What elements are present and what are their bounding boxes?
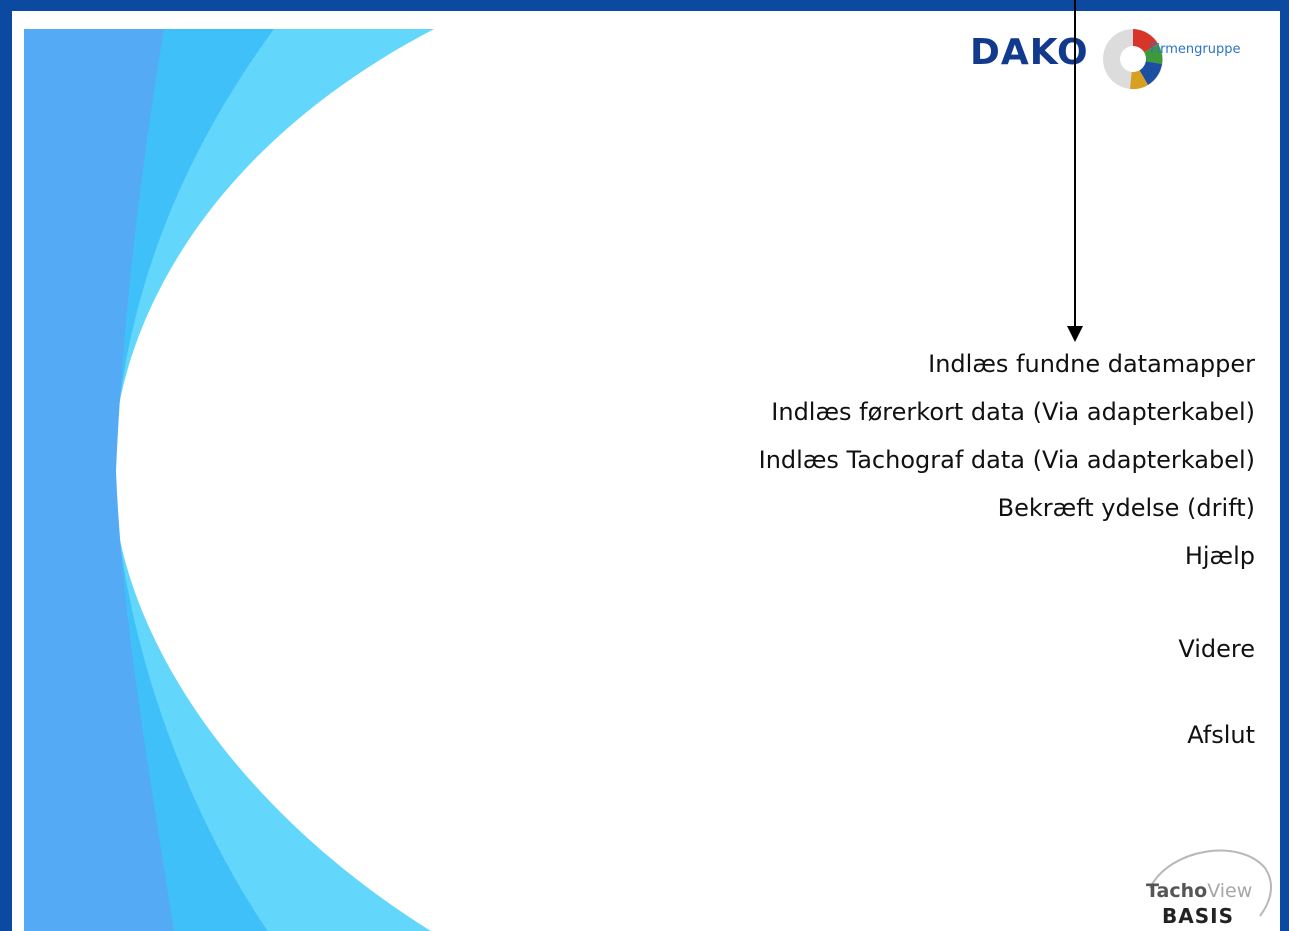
tachoview-logo-part1: Tacho (1146, 880, 1208, 902)
blue-swoosh-decoration (24, 29, 434, 931)
tachoview-logo-text: TachoView (1146, 880, 1252, 902)
menu-item-load-found-folders[interactable]: Indlæs fundne datamapper (759, 352, 1255, 376)
arrow-down-icon (1067, 0, 1083, 342)
dako-pie-logo-icon (1103, 29, 1163, 90)
menu-item-confirm-service[interactable]: Bekræft ydelse (drift) (759, 496, 1255, 520)
tachoview-logo-part2: View (1207, 880, 1253, 902)
tachoview-edition: BASIS (1162, 904, 1234, 928)
dako-logo-subtitle: Firmengruppe (1150, 42, 1241, 57)
menu-item-load-driver-card[interactable]: Indlæs førerkort data (Via adapterkabel) (759, 400, 1255, 424)
main-menu: Indlæs fundne datamapper Indlæs førerkor… (759, 336, 1255, 747)
menu-item-exit[interactable]: Afslut (759, 723, 1255, 747)
menu-item-load-tachograph[interactable]: Indlæs Tachograf data (Via adapterkabel) (759, 448, 1255, 472)
menu-item-continue[interactable]: Videre (759, 637, 1255, 661)
menu-item-help[interactable]: Hjælp (759, 544, 1255, 568)
